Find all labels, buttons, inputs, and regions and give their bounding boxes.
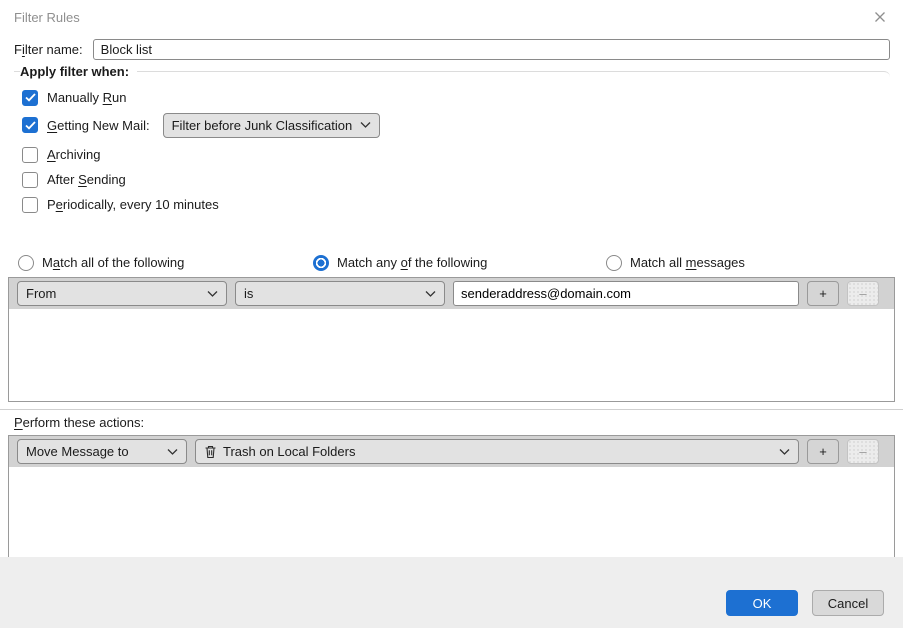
chevron-down-icon (360, 122, 371, 128)
checkbox-row-periodically[interactable]: Periodically, every 10 minutes (22, 196, 890, 213)
archiving-label[interactable]: Archiving (47, 147, 100, 162)
remove-action-button[interactable]: – (847, 439, 879, 464)
match-all-label[interactable]: Match all of the following (42, 255, 184, 270)
getting-new-mail-label[interactable]: Getting New Mail: (47, 118, 150, 133)
match-messages-label[interactable]: Match all messages (630, 255, 745, 270)
condition-value-input[interactable] (453, 281, 799, 306)
window-title: Filter Rules (14, 10, 80, 25)
match-messages-radio[interactable] (606, 255, 622, 271)
after-sending-checkbox[interactable] (22, 172, 38, 188)
check-icon (25, 93, 36, 102)
match-any-radio[interactable] (313, 255, 329, 271)
condition-attribute-dropdown[interactable]: From (17, 281, 227, 306)
getting-new-mail-checkbox[interactable] (22, 117, 38, 133)
filter-name-label: Filter name: (14, 42, 83, 57)
checkbox-row-after-sending[interactable]: After Sending (22, 171, 890, 188)
titlebar: Filter Rules (0, 0, 903, 28)
match-all-radio[interactable] (18, 255, 34, 271)
chevron-down-icon (167, 449, 178, 455)
section-divider (0, 409, 903, 410)
dialog-footer: OK Cancel (0, 557, 903, 628)
archiving-checkbox[interactable] (22, 147, 38, 163)
condition-operator-dropdown[interactable]: is (235, 281, 445, 306)
remove-condition-button[interactable]: – (847, 281, 879, 306)
add-condition-button[interactable]: + (807, 281, 839, 306)
chevron-down-icon (207, 291, 218, 297)
filter-name-row: Filter name: (14, 39, 890, 60)
manually-run-label[interactable]: Manually Run (47, 90, 127, 105)
match-options-row: Match all of the following Match any of … (0, 254, 903, 271)
close-icon[interactable] (871, 8, 889, 26)
junk-classification-dropdown[interactable]: Filter before Junk Classification (163, 113, 381, 138)
action-target-folder-dropdown[interactable]: Trash on Local Folders (195, 439, 799, 464)
trash-icon (204, 445, 217, 459)
periodically-label[interactable]: Periodically, every 10 minutes (47, 197, 219, 212)
checkbox-row-manually-run[interactable]: Manually Run (22, 89, 890, 106)
match-any-label[interactable]: Match any of the following (337, 255, 487, 270)
check-icon (25, 121, 36, 130)
add-action-button[interactable]: + (807, 439, 839, 464)
condition-row: From is + – (9, 278, 894, 309)
chevron-down-icon (425, 291, 436, 297)
apply-filter-when-group: Apply filter when: Manually Run Getting … (14, 64, 890, 213)
action-target-label: Trash on Local Folders (223, 444, 355, 459)
manually-run-checkbox[interactable] (22, 90, 38, 106)
action-row: Move Message to Trash on Local Folders +… (9, 436, 894, 467)
periodically-checkbox[interactable] (22, 197, 38, 213)
after-sending-label[interactable]: After Sending (47, 172, 126, 187)
radio-match-messages[interactable]: Match all messages (606, 255, 745, 271)
actions-panel: Move Message to Trash on Local Folders +… (8, 435, 895, 566)
cancel-button[interactable]: Cancel (812, 590, 884, 616)
action-type-dropdown[interactable]: Move Message to (17, 439, 187, 464)
perform-actions-label: Perform these actions: (14, 415, 889, 430)
radio-match-any[interactable]: Match any of the following (313, 255, 606, 271)
checkbox-row-archiving[interactable]: Archiving (22, 146, 890, 163)
ok-button[interactable]: OK (726, 590, 798, 616)
chevron-down-icon (779, 449, 790, 455)
apply-filter-when-legend: Apply filter when: (20, 64, 137, 79)
filter-name-input[interactable] (93, 39, 890, 60)
radio-match-all[interactable]: Match all of the following (18, 255, 313, 271)
conditions-panel: From is + – (8, 277, 895, 402)
checkbox-row-getting-new-mail[interactable]: Getting New Mail: Filter before Junk Cla… (22, 112, 890, 138)
